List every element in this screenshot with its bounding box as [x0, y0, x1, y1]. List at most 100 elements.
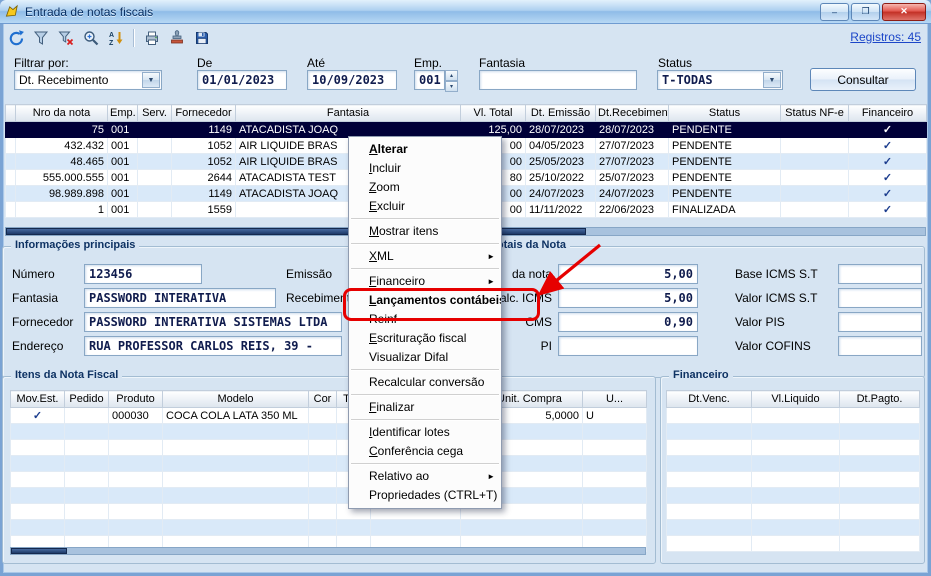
- grid-cell[interactable]: 001: [108, 170, 138, 186]
- table-row[interactable]: ✓000030COCA COLA LATA 350 ML5,0000U: [11, 408, 647, 424]
- menu-item-mostrar-itens[interactable]: Mostrar itens: [349, 222, 501, 241]
- save-button[interactable]: [191, 27, 213, 49]
- fantasia-input[interactable]: [479, 70, 637, 90]
- grid-cell[interactable]: [583, 504, 647, 520]
- grid-cell[interactable]: 001: [108, 122, 138, 138]
- table-row[interactable]: [11, 440, 647, 456]
- grid-cell[interactable]: [65, 440, 109, 456]
- column-header[interactable]: Modelo: [163, 391, 309, 408]
- column-header[interactable]: Vl. Total: [461, 105, 526, 122]
- ate-date-input[interactable]: 10/09/2023: [307, 70, 397, 90]
- grid-cell[interactable]: [163, 488, 309, 504]
- grid-cell[interactable]: [65, 456, 109, 472]
- column-header[interactable]: Dt. Emissão: [526, 105, 596, 122]
- grid-cell[interactable]: [138, 186, 172, 202]
- de-date-input[interactable]: 01/01/2023: [197, 70, 287, 90]
- grid-cell[interactable]: [6, 202, 16, 218]
- grid-cell[interactable]: [667, 424, 752, 440]
- grid-cell[interactable]: [667, 472, 752, 488]
- column-header[interactable]: Emp.: [108, 105, 138, 122]
- grid-cell[interactable]: 25/05/2023: [526, 154, 596, 170]
- grid-cell[interactable]: [109, 520, 163, 536]
- grid-cell[interactable]: 001: [108, 186, 138, 202]
- menu-item-lan-amentos-cont-beis[interactable]: Lançamentos contábeis: [349, 291, 501, 310]
- grid-cell[interactable]: U: [583, 408, 647, 424]
- itens-hscrollbar[interactable]: [10, 547, 646, 555]
- grid-cell[interactable]: [11, 472, 65, 488]
- grid-cell[interactable]: 001: [108, 138, 138, 154]
- menu-item-financeiro[interactable]: Financeiro►: [349, 272, 501, 291]
- itens-grid[interactable]: Mov.Est.PedidoProdutoModeloCorTamVl. Uni…: [10, 390, 647, 552]
- menu-item-alterar[interactable]: Alterar: [349, 140, 501, 159]
- grid-cell[interactable]: [840, 488, 920, 504]
- grid-cell[interactable]: FINALIZADA: [669, 202, 781, 218]
- grid-cell[interactable]: 000030: [109, 408, 163, 424]
- table-row[interactable]: [11, 488, 647, 504]
- grid-cell[interactable]: 28/07/2023: [596, 122, 669, 138]
- grid-cell[interactable]: [6, 170, 16, 186]
- grid-cell[interactable]: [781, 186, 849, 202]
- grid-cell[interactable]: [309, 424, 337, 440]
- grid-cell[interactable]: [840, 424, 920, 440]
- valor-icms-st-field[interactable]: [838, 288, 922, 308]
- grid-cell[interactable]: [65, 408, 109, 424]
- grid-cell[interactable]: [752, 424, 840, 440]
- grid-cell[interactable]: 001: [108, 202, 138, 218]
- grid-cell[interactable]: [583, 472, 647, 488]
- grid-cell[interactable]: 1052: [172, 138, 236, 154]
- grid-cell[interactable]: [6, 186, 16, 202]
- grid-cell[interactable]: ✓: [11, 408, 65, 424]
- base-calc-icms-field[interactable]: 5,00: [558, 288, 698, 308]
- grid-cell[interactable]: [752, 504, 840, 520]
- grid-cell[interactable]: [309, 488, 337, 504]
- grid-cell[interactable]: [6, 138, 16, 154]
- table-row[interactable]: [11, 472, 647, 488]
- grid-cell[interactable]: [752, 408, 840, 424]
- grid-cell[interactable]: [840, 440, 920, 456]
- grid-cell[interactable]: 22/06/2023: [596, 202, 669, 218]
- table-row[interactable]: [667, 472, 920, 488]
- valor-ipi-field[interactable]: [558, 336, 698, 356]
- grid-cell[interactable]: 1149: [172, 122, 236, 138]
- grid-cell[interactable]: [309, 520, 337, 536]
- grid-cell[interactable]: ✓: [849, 138, 927, 154]
- column-header[interactable]: Status: [669, 105, 781, 122]
- grid-cell[interactable]: [583, 488, 647, 504]
- grid-cell[interactable]: [752, 456, 840, 472]
- grid-cell[interactable]: [781, 122, 849, 138]
- chevron-down-icon[interactable]: ▼: [142, 72, 160, 88]
- grid-cell[interactable]: [583, 424, 647, 440]
- table-row[interactable]: [11, 456, 647, 472]
- grid-cell[interactable]: 1149: [172, 186, 236, 202]
- grid-cell[interactable]: ✓: [849, 186, 927, 202]
- grid-cell[interactable]: [667, 408, 752, 424]
- grid-cell[interactable]: 27/07/2023: [596, 154, 669, 170]
- column-header[interactable]: Dt.Pagto.: [840, 391, 920, 408]
- grid-cell[interactable]: [163, 472, 309, 488]
- grid-cell[interactable]: 11/11/2022: [526, 202, 596, 218]
- zoom-button[interactable]: [80, 27, 102, 49]
- column-header[interactable]: U...: [583, 391, 647, 408]
- grid-cell[interactable]: [752, 440, 840, 456]
- table-row[interactable]: [667, 488, 920, 504]
- column-header[interactable]: Cor: [309, 391, 337, 408]
- grid-cell[interactable]: [309, 456, 337, 472]
- table-row[interactable]: [667, 536, 920, 552]
- grid-cell[interactable]: [752, 520, 840, 536]
- grid-cell[interactable]: [752, 488, 840, 504]
- grid-cell[interactable]: [309, 408, 337, 424]
- financeiro-grid[interactable]: Dt.Venc.Vl.LiquidoDt.Pagto.: [666, 390, 920, 552]
- grid-cell[interactable]: [840, 520, 920, 536]
- grid-cell[interactable]: [109, 504, 163, 520]
- info-fantasia-field[interactable]: PASSWORD INTERATIVA: [84, 288, 276, 308]
- grid-cell[interactable]: [667, 440, 752, 456]
- table-row[interactable]: [667, 408, 920, 424]
- grid-cell[interactable]: [11, 440, 65, 456]
- grid-cell[interactable]: [6, 154, 16, 170]
- grid-cell[interactable]: [163, 424, 309, 440]
- grid-cell[interactable]: [781, 202, 849, 218]
- grid-cell[interactable]: [138, 154, 172, 170]
- grid-cell[interactable]: ✓: [849, 202, 927, 218]
- grid-cell[interactable]: ✓: [849, 122, 927, 138]
- grid-cell[interactable]: 24/07/2023: [526, 186, 596, 202]
